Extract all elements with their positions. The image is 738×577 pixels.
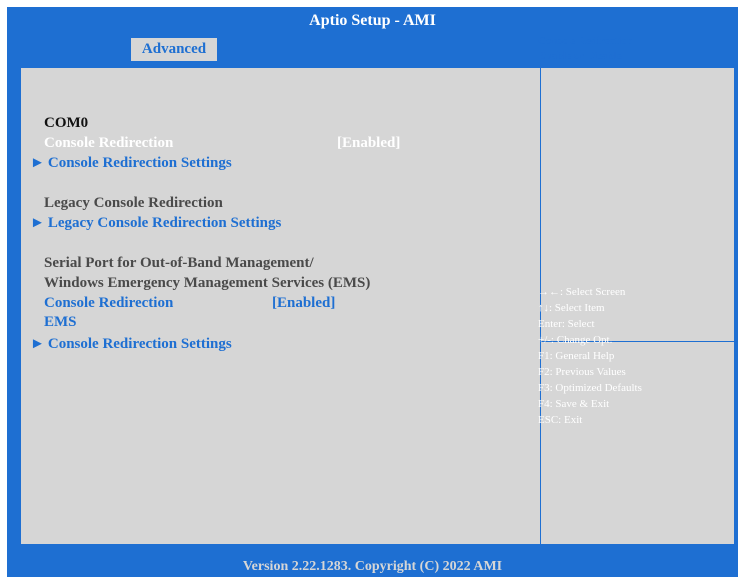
submenu-arrow-icon: ► [30,336,45,352]
window-title: Aptio Setup - AMI [309,12,436,29]
oob-heading-line1: Serial Port for Out-of-Band Management/ [44,255,314,271]
footer-version: Version 2.22.1283. Copyright (C) 2022 AM… [242,558,503,574]
key-select-item: ↑↓: Select Item [538,302,605,314]
key-previous-values: F2: Previous Values [538,366,626,378]
ems-console-redirection-label2: EMS [44,314,77,330]
ems-console-redirection-option[interactable]: Console Redirection [44,294,173,312]
bios-window: Aptio Setup - AMI Advanced COM0 Console … [7,7,738,577]
key-optimized-defaults: F3: Optimized Defaults [538,382,642,394]
legacy-settings-submenu[interactable]: ► Legacy Console Redirection Settings [30,214,281,232]
legacy-console-redirection-label: Legacy Console Redirection [44,195,223,211]
key-change-opt: +/-: Change Opt. [538,334,613,346]
ems-settings-submenu[interactable]: ► Console Redirection Settings [30,335,232,353]
key-esc-exit: ESC: Exit [538,414,583,426]
help-line-1: Console Redirection [538,35,633,47]
ems-settings-label: Console Redirection Settings [47,336,232,352]
key-select-screen: →←: Select Screen [538,286,626,298]
section-com0-heading: COM0 [44,115,89,131]
submenu-arrow-icon: ► [30,155,45,171]
ems-console-redirection-label: Console Redirection [44,295,174,311]
key-legend: →←: Select Screen ↑↓: Select Item Enter:… [538,284,642,428]
oob-heading-line2: Windows Emergency Management Services (E… [44,275,371,291]
key-enter-select: Enter: Select [538,318,595,330]
help-line-2: Enable or Disable [538,50,622,62]
com0-console-redirection-option[interactable]: Console Redirection [44,134,173,152]
key-general-help: F1: General Help [538,350,615,362]
key-save-exit: F4: Save & Exit [538,398,610,410]
com0-console-redirection-value[interactable]: [Enabled] [337,134,400,152]
tab-advanced[interactable]: Advanced [131,38,217,61]
help-text: Console Redirection Enable or Disable [538,34,633,64]
submenu-arrow-icon: ► [30,215,45,231]
com0-console-redirection-label: Console Redirection [44,135,174,151]
legacy-settings-label: Legacy Console Redirection Settings [47,215,282,231]
ems-console-redirection-value[interactable]: [Enabled] [272,294,335,312]
com0-settings-label: Console Redirection Settings [47,155,232,171]
com0-settings-submenu[interactable]: ► Console Redirection Settings [30,154,232,172]
